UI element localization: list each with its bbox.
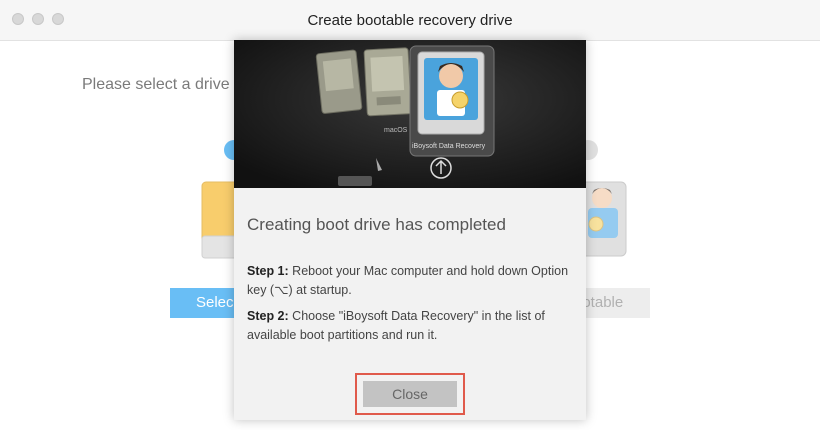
step-1-text: Step 1: Reboot your Mac computer and hol…: [247, 262, 572, 300]
hero-label-iboysoft: iBoysoft Data Recovery: [412, 143, 486, 150]
close-button[interactable]: Close: [363, 381, 457, 407]
step-1-body: Reboot your Mac computer and hold down O…: [247, 264, 569, 297]
step-2-body: Choose "iBoysoft Data Recovery" in the l…: [247, 309, 545, 342]
app-window: Create bootable recovery drive Please se…: [0, 0, 820, 430]
window-title: Create bootable recovery drive: [307, 12, 513, 29]
hero-label-macos: macOS: [384, 127, 408, 134]
step-1-label: Step 1:: [247, 264, 289, 278]
titlebar: Create bootable recovery drive: [0, 0, 820, 41]
completion-dialog: macOS iBoysoft Data Recovery Creating bo…: [234, 40, 586, 420]
dialog-heading: Creating boot drive has completed: [247, 215, 506, 234]
step-2-text: Step 2: Choose "iBoysoft Data Recovery" …: [247, 307, 572, 345]
step-2-label: Step 2:: [247, 309, 289, 323]
boot-picker-image: macOS iBoysoft Data Recovery: [234, 40, 586, 188]
close-button-highlight: Close: [355, 373, 465, 415]
